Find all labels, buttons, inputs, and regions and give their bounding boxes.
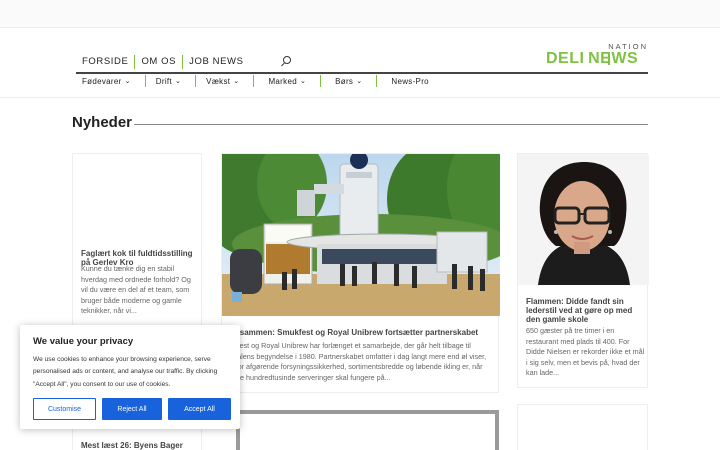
nav-forside[interactable]: FORSIDE <box>76 55 134 69</box>
article-card-left[interactable]: Faglært kok til fuldtidsstilling på Gerl… <box>72 153 202 328</box>
subnav-vaekst[interactable]: Vækst ⌄ <box>196 75 255 87</box>
cookie-consent-banner: We value your privacy We use cookies to … <box>20 325 240 429</box>
article-title[interactable]: Flammen: Didde fandt sin lederstil ved a… <box>526 297 646 324</box>
logo-separator <box>608 52 610 65</box>
customise-button[interactable]: Customise <box>33 398 96 420</box>
category-nav: Fødevarer ⌄ Drift ⌄ Vækst ⌄ Marked ⌄ Børs ⌄ N… <box>76 75 443 87</box>
nav-divider <box>76 72 648 74</box>
subnav-bors[interactable]: Børs ⌄ <box>321 75 378 87</box>
top-strip <box>0 0 720 28</box>
chevron-down-icon: ⌄ <box>233 78 240 85</box>
article-image[interactable] <box>222 154 500 316</box>
chevron-down-icon: ⌄ <box>356 78 363 85</box>
article-excerpt: 650 gæster på tre timer i en restaurant … <box>526 326 645 377</box>
subnav-marked[interactable]: Marked ⌄ <box>254 75 322 87</box>
article-title[interactable]: Mest læst 26: Byens Bager <box>81 441 197 450</box>
chevron-down-icon: ⌄ <box>124 78 131 85</box>
section-divider <box>134 124 648 125</box>
article-card-placeholder[interactable] <box>517 404 648 450</box>
logo-word: DELI NEWS <box>546 50 639 67</box>
portrait-photo <box>518 154 649 285</box>
article-title[interactable]: år sammen: Smukfest og Royal Unibrew for… <box>230 328 492 337</box>
search-icon[interactable] <box>280 56 292 68</box>
chevron-down-icon: ⌄ <box>174 78 182 85</box>
article-excerpt: ukfest og Royal Unibrew har forlænget et… <box>230 341 487 382</box>
article-card-featured[interactable]: år sammen: Smukfest og Royal Unibrew for… <box>221 153 500 393</box>
subnav-drift[interactable]: Drift ⌄ <box>146 75 197 87</box>
article-card-placeholder[interactable] <box>236 410 499 450</box>
festival-photo <box>222 154 500 316</box>
section-title: Nyheder <box>72 114 133 131</box>
main-nav: FORSIDE OM OS JOB NEWS <box>76 55 292 69</box>
cookie-text: We use cookies to enhance your browsing … <box>33 356 218 388</box>
article-card-right[interactable]: Flammen: Didde fandt sin lederstil ved a… <box>517 153 649 388</box>
article-excerpt: Kunne du tænke dig en stabil hverdag med… <box>81 264 191 315</box>
article-image[interactable] <box>518 154 649 285</box>
nav-om-os[interactable]: OM OS <box>134 55 182 69</box>
site-header: FORSIDE OM OS JOB NEWS NATION DELI NEWS … <box>0 28 720 98</box>
reject-all-button[interactable]: Reject All <box>102 398 162 420</box>
cookie-buttons: Customise Reject All Accept All <box>33 398 231 420</box>
accept-all-button[interactable]: Accept All <box>168 398 231 420</box>
subnav-fodevarer[interactable]: Fødevarer ⌄ <box>76 75 146 87</box>
site-logo[interactable]: NATION DELI NEWS <box>546 42 650 68</box>
chevron-down-icon: ⌄ <box>299 78 307 85</box>
nav-job-news[interactable]: JOB NEWS <box>182 55 249 69</box>
cookie-title: We value your privacy <box>33 336 134 347</box>
subnav-news-pro[interactable]: News-Pro <box>377 75 443 87</box>
